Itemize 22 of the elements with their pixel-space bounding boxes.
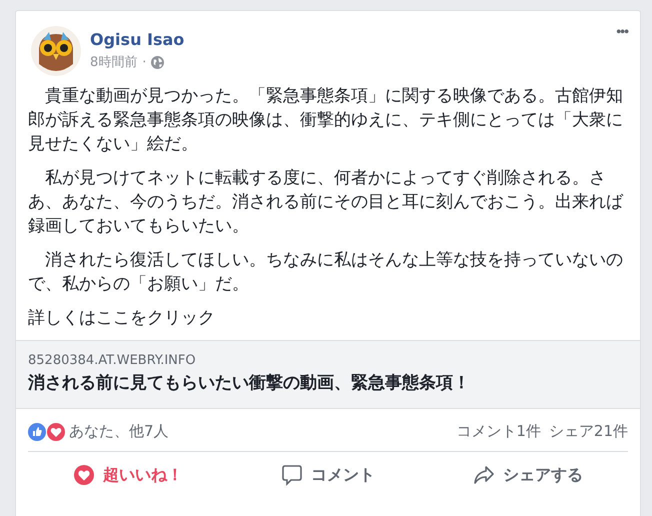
share-button[interactable]: シェアする <box>428 456 628 494</box>
comment-button[interactable]: コメント <box>228 456 428 494</box>
author-name[interactable]: Ogisu Isao <box>90 30 184 49</box>
link-preview[interactable]: 85280384.AT.WEBRY.INFO 消される前に見てもらいたい衝撃の動画、緊急事態条項！ <box>16 340 640 409</box>
post-time[interactable]: 8時間前 <box>90 53 138 71</box>
separator-dot: · <box>142 54 146 70</box>
heart-reaction-icon <box>47 422 65 440</box>
share-count[interactable]: シェア21件 <box>548 422 628 441</box>
link-domain: 85280384.AT.WEBRY.INFO <box>28 353 197 368</box>
share-arrow-icon <box>473 464 495 486</box>
reaction-summary[interactable]: あなた、他7人 <box>69 422 169 441</box>
owl-avatar-icon[interactable] <box>31 26 81 76</box>
like-reaction-icon <box>28 422 46 440</box>
love-button[interactable]: 超いいね！ <box>28 456 228 494</box>
comment-count[interactable]: コメント1件 <box>456 422 541 441</box>
post-paragraph: 私が見つけてネットに転載する度に、何者かによってすぐ削除される。さあ、あなた、今のうちだ。消される前にその目と耳に刻んでおこう。出来れば録画しておいてもらいたい。 <box>28 167 624 238</box>
more-options-button[interactable]: ••• <box>614 23 630 39</box>
post-paragraph: 消されたら復活してほしい。ちなみに私はそんな上等な技を持っていないので、私からの「お願い」だ。 <box>28 249 624 296</box>
post-paragraph: 貴重な動画が見つかった。「緊急事態条項」に関する映像である。古館伊知郎が訴える緊急事態条項の映像は、衝撃的ゆえに、テキ側にとっては「大衆に見せたくない」絵だ。 <box>28 85 624 156</box>
speech-bubble-icon <box>281 464 303 486</box>
link-title: 消される前に見てもらいたい衝撃の動画、緊急事態条項！ <box>28 372 471 394</box>
post-paragraph: 詳しくはここをクリック <box>28 307 216 330</box>
